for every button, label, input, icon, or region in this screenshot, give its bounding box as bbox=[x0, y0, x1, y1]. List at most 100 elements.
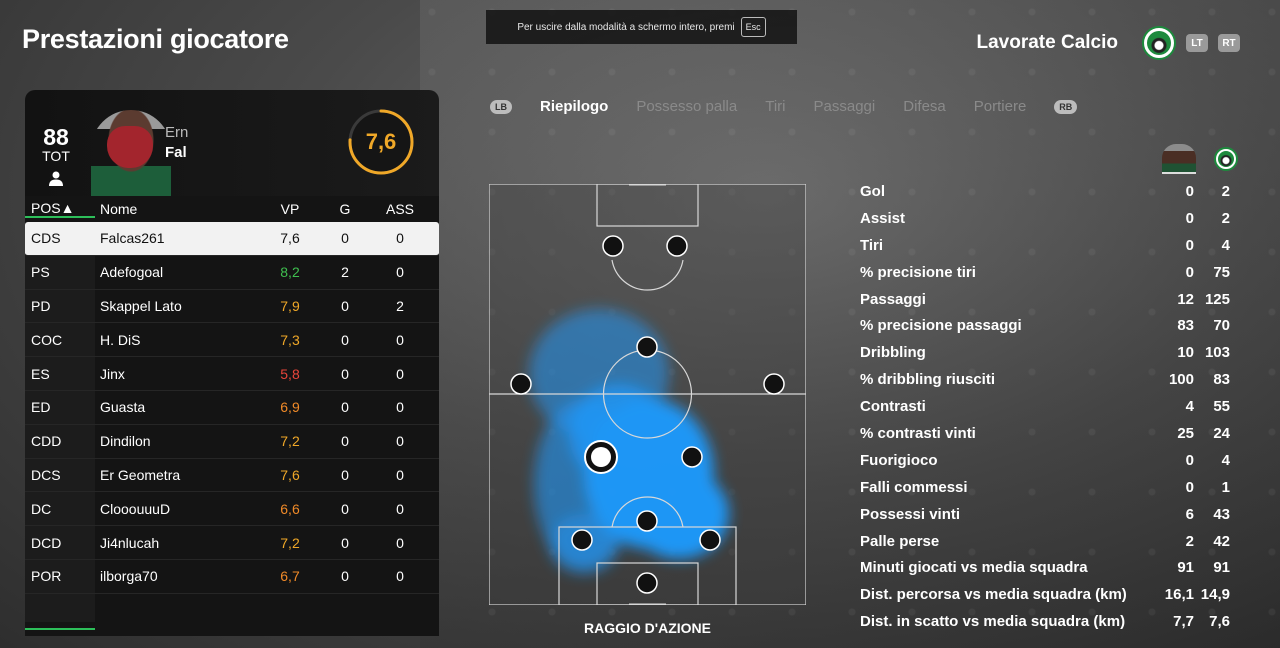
stat-player-value: 4 bbox=[1185, 398, 1194, 416]
cell-pos: CDD bbox=[31, 433, 62, 450]
table-row[interactable]: COC H. DiS 7,3 0 0 bbox=[25, 323, 439, 358]
table-row[interactable]: DCS Er Geometra 7,6 0 0 bbox=[25, 459, 439, 493]
cell-g: 0 bbox=[341, 534, 349, 551]
fullscreen-notice-text: Per uscire dalla modalità a schermo inte… bbox=[517, 21, 735, 33]
cell-name: Skappel Lato bbox=[100, 297, 182, 314]
page-title: Prestazioni giocatore bbox=[22, 24, 289, 54]
cell-vp: 7,2 bbox=[280, 534, 300, 551]
header-ass[interactable]: ASS bbox=[375, 201, 425, 217]
tab-difesa[interactable]: Difesa bbox=[903, 98, 946, 115]
table-row[interactable]: ES Jinx 5,8 0 0 bbox=[25, 357, 439, 391]
stat-player-value: 0 bbox=[1185, 182, 1194, 200]
overall-label: TOT bbox=[42, 148, 70, 164]
stat-team-value: 14,9 bbox=[1200, 586, 1230, 604]
stat-team-value: 42 bbox=[1213, 532, 1230, 550]
stat-player-value: 25 bbox=[1177, 424, 1194, 442]
cell-name: H. DiS bbox=[100, 331, 141, 348]
cell-ass: 2 bbox=[396, 297, 404, 314]
rb-button[interactable]: RB bbox=[1054, 99, 1078, 114]
header-g[interactable]: G bbox=[315, 201, 375, 217]
esc-key: Esc bbox=[740, 17, 766, 37]
stat-label: Passaggi bbox=[860, 290, 926, 308]
table-row[interactable]: ED Guasta 6,9 0 0 bbox=[25, 391, 439, 425]
cell-g: 0 bbox=[341, 399, 349, 416]
cell-g: 0 bbox=[341, 466, 349, 483]
stat-row: Passaggi 12 125 bbox=[860, 286, 1230, 313]
stat-label: Gol bbox=[860, 182, 885, 200]
cell-vp: 7,2 bbox=[280, 433, 300, 450]
stat-player-value: 0 bbox=[1185, 263, 1194, 281]
stat-row: Dribbling 10 103 bbox=[860, 339, 1230, 366]
cell-pos: DCS bbox=[31, 466, 61, 483]
header-vp[interactable]: VP bbox=[265, 201, 315, 217]
player-card: 88 TOT Ern Fal 7,6 bbox=[25, 90, 439, 196]
stat-team-value: 4 bbox=[1221, 451, 1230, 469]
team-header: Lavorate Calcio LT RT bbox=[977, 26, 1240, 60]
table-row[interactable]: DCD Ji4nlucah 7,2 0 0 bbox=[25, 526, 439, 560]
stat-label: Fuorigioco bbox=[860, 451, 938, 469]
stat-row: Falli commessi 0 1 bbox=[860, 474, 1230, 501]
tab-possesso-palla[interactable]: Possesso palla bbox=[636, 98, 737, 115]
stat-team-value: 7,6 bbox=[1209, 613, 1230, 631]
stat-row: % precisione tiri 0 75 bbox=[860, 259, 1230, 286]
cell-ass: 0 bbox=[396, 534, 404, 551]
cell-g: 0 bbox=[341, 433, 349, 450]
cell-g: 0 bbox=[341, 365, 349, 382]
cell-name: ClooouuuD bbox=[100, 500, 171, 517]
stat-row: Assist 0 2 bbox=[860, 205, 1230, 232]
stat-row: Fuorigioco 0 4 bbox=[860, 447, 1230, 474]
table-row[interactable]: CDD Dindilon 7,2 0 0 bbox=[25, 425, 439, 459]
stat-row: Dist. in scatto vs media squadra (km) 7,7… bbox=[860, 608, 1230, 635]
cell-name: Guasta bbox=[100, 399, 146, 416]
match-rating: 7,6 bbox=[365, 129, 397, 154]
stat-team-value: 103 bbox=[1204, 344, 1230, 362]
lt-button[interactable]: LT bbox=[1186, 34, 1208, 52]
stat-label: % dribbling riusciti bbox=[860, 371, 996, 389]
lb-button[interactable]: LB bbox=[490, 99, 512, 114]
cell-ass: 0 bbox=[396, 500, 404, 517]
table-row[interactable]: PD Skappel Lato 7,9 0 2 bbox=[25, 290, 439, 324]
stat-player-value: 7,7 bbox=[1173, 613, 1194, 631]
stat-team-value: 55 bbox=[1213, 398, 1230, 416]
stat-player-value: 16,1 bbox=[1164, 586, 1194, 604]
stat-player-value: 83 bbox=[1177, 317, 1194, 335]
position-marker bbox=[681, 446, 703, 468]
stat-player-value: 12 bbox=[1177, 290, 1194, 308]
stat-team-value: 2 bbox=[1221, 182, 1230, 200]
position-marker bbox=[763, 373, 785, 395]
rt-button[interactable]: RT bbox=[1218, 34, 1240, 52]
tab-portiere[interactable]: Portiere bbox=[974, 98, 1027, 115]
table-row[interactable]: CDS Falcas261 7,6 0 0 bbox=[25, 222, 439, 256]
tab-riepilogo[interactable]: Riepilogo bbox=[540, 98, 608, 115]
cell-pos: PD bbox=[31, 297, 51, 314]
stat-player-value: 2 bbox=[1185, 532, 1194, 550]
stat-label: Tiri bbox=[860, 236, 884, 254]
stat-player-value: 0 bbox=[1185, 236, 1194, 254]
cell-g: 2 bbox=[341, 264, 349, 281]
stat-label: % precisione tiri bbox=[860, 263, 976, 281]
player-avatar-icon bbox=[1162, 144, 1196, 174]
tab-passaggi[interactable]: Passaggi bbox=[814, 98, 876, 115]
cell-name: Falcas261 bbox=[100, 230, 165, 247]
stat-team-value: 4 bbox=[1221, 236, 1230, 254]
tab-tiri[interactable]: Tiri bbox=[765, 98, 785, 115]
header-pos[interactable]: POS▲ bbox=[25, 200, 95, 218]
cell-pos: DCD bbox=[31, 534, 62, 551]
player-mask-icon bbox=[107, 126, 153, 168]
table-row[interactable]: POR ilborga70 6,7 0 0 bbox=[25, 560, 439, 594]
table-row[interactable]: PS Adefogoal 8,2 2 0 bbox=[25, 256, 439, 290]
stat-label: Dist. in scatto vs media squadra (km) bbox=[860, 613, 1126, 631]
cell-ass: 0 bbox=[396, 331, 404, 348]
cell-vp: 6,9 bbox=[280, 399, 300, 416]
scroll-indicator bbox=[25, 628, 95, 630]
cell-pos: POR bbox=[31, 568, 62, 585]
header-name[interactable]: Nome bbox=[95, 201, 265, 217]
team-crest-icon bbox=[1142, 26, 1176, 60]
table-row[interactable]: DC ClooouuuD 6,6 0 0 bbox=[25, 492, 439, 527]
position-marker bbox=[602, 235, 624, 257]
stat-team-value: 91 bbox=[1213, 559, 1230, 577]
table-header: POS▲ Nome VP G ASS bbox=[25, 196, 439, 222]
tab-bar: LB Riepilogo Possesso palla Tiri Passagg… bbox=[490, 98, 1078, 115]
cell-name: ilborga70 bbox=[100, 568, 158, 585]
stat-row: % precisione passaggi 83 70 bbox=[860, 312, 1230, 339]
